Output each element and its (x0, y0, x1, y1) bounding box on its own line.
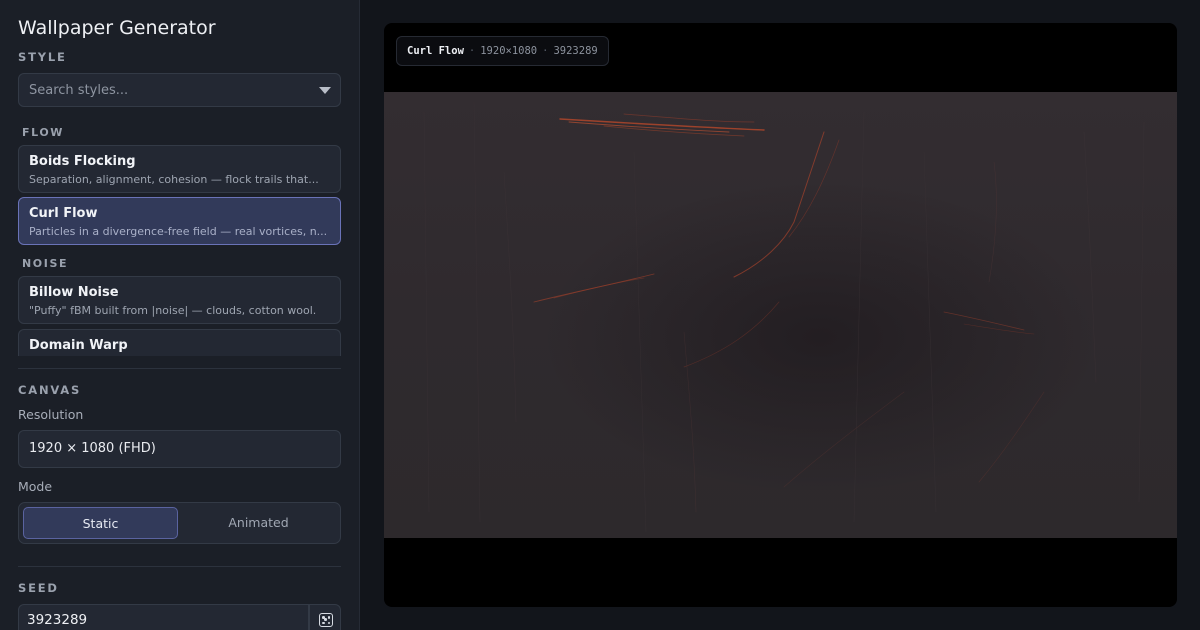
chevron-down-icon[interactable] (319, 87, 331, 94)
main-area: Curl Flow · 1920×1080 · 3923289 (361, 0, 1200, 630)
mode-toggle: Static Animated (18, 502, 341, 544)
style-item-description: "Puffy" fBM built from |noise| — clouds,… (29, 304, 317, 317)
preview-style-name: Curl Flow (407, 45, 464, 57)
style-item-description: Particles in a divergence-free field — r… (29, 225, 328, 238)
curl-flow-artwork (423, 101, 1145, 533)
group-label-flow: FLOW (22, 126, 65, 139)
style-item-description: Separation, alignment, cohesion — flock … (29, 173, 319, 186)
mode-label: Mode (18, 479, 53, 494)
divider (18, 368, 341, 369)
dice-icon (319, 613, 333, 627)
resolution-select[interactable]: 1920 × 1080 (FHD) (18, 430, 341, 468)
style-section-label: STYLE (18, 50, 67, 64)
mode-static-button[interactable]: Static (23, 507, 178, 539)
randomize-seed-button[interactable] (309, 604, 341, 630)
separator: · (542, 45, 549, 57)
style-search-input[interactable] (19, 74, 309, 106)
app-title: Wallpaper Generator (18, 17, 216, 39)
canvas-section-label: CANVAS (18, 383, 82, 397)
seed-section-label: SEED (18, 581, 59, 595)
preview-seed: 3923289 (553, 45, 598, 57)
preview-resolution: 1920×1080 (480, 45, 538, 57)
preview-frame: Curl Flow · 1920×1080 · 3923289 (384, 23, 1177, 607)
style-item-boids-flocking[interactable]: Boids Flocking Separation, alignment, co… (18, 145, 341, 193)
seed-input[interactable]: 3923289 (18, 604, 309, 630)
separator: · (468, 45, 476, 57)
style-item-title: Domain Warp (29, 338, 128, 353)
mode-animated-button[interactable]: Animated (181, 507, 336, 539)
sidebar: Wallpaper Generator STYLE FLOW Boids Flo… (0, 0, 360, 630)
preview-info-badge: Curl Flow · 1920×1080 · 3923289 (396, 36, 609, 66)
wallpaper-preview-canvas (384, 92, 1177, 538)
style-item-title: Curl Flow (29, 206, 98, 221)
group-label-noise: NOISE (22, 257, 69, 270)
divider (18, 566, 341, 567)
style-item-curl-flow[interactable]: Curl Flow Particles in a divergence-free… (18, 197, 341, 245)
style-item-title: Boids Flocking (29, 154, 136, 169)
style-search-combobox[interactable] (18, 73, 341, 107)
style-item-domain-warp[interactable]: Domain Warp (18, 329, 341, 356)
style-item-billow-noise[interactable]: Billow Noise "Puffy" fBM built from |noi… (18, 276, 341, 324)
style-item-title: Billow Noise (29, 285, 119, 300)
resolution-label: Resolution (18, 407, 84, 422)
